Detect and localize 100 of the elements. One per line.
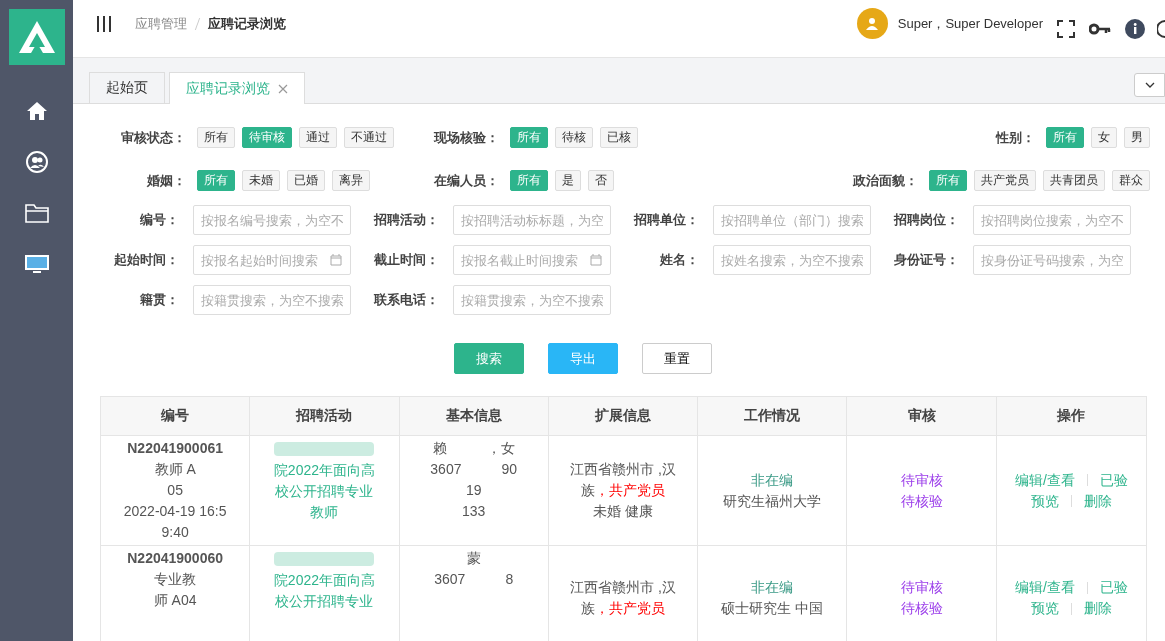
fullscreen-icon[interactable] — [1057, 19, 1075, 38]
filter-option[interactable]: 共产党员 — [974, 170, 1036, 191]
preview-link[interactable]: 预览 — [1030, 598, 1059, 619]
filter-option[interactable]: 已核 — [600, 127, 638, 148]
search-button[interactable]: 搜索 — [454, 343, 524, 374]
record-number: N22041900061 — [127, 439, 223, 458]
filter-option[interactable]: 否 — [588, 170, 614, 191]
input-field[interactable]: 按身份证号码搜索，为空 — [973, 245, 1131, 275]
filter-option[interactable]: 不通过 — [344, 127, 394, 148]
close-icon[interactable] — [278, 83, 288, 94]
field-label: 起始时间： — [113, 251, 179, 269]
filter-option[interactable]: 共青团员 — [1043, 170, 1105, 191]
filter-option[interactable]: 所有 — [510, 170, 548, 191]
filter-option[interactable]: 所有 — [1046, 127, 1084, 148]
cell-text: 05 — [167, 481, 183, 500]
info-icon[interactable] — [1125, 18, 1145, 39]
filter-option[interactable]: 所有 — [197, 127, 235, 148]
activity-link[interactable]: 校公开招聘专业 — [275, 591, 374, 612]
activity-link[interactable]: 校公开招聘专业 — [275, 481, 374, 502]
filter-label: 审核状态： — [120, 128, 186, 147]
field-label: 招聘单位： — [632, 211, 699, 229]
folder-icon — [24, 202, 49, 223]
column-header: 基本信息 — [399, 397, 549, 435]
input-field[interactable]: 按招聘单位（部门）搜索 — [713, 205, 871, 235]
menu-icon[interactable] — [97, 15, 111, 32]
chevron-down-icon — [1144, 82, 1155, 88]
activity-link[interactable]: 院2022年面向高 — [273, 460, 375, 481]
filter-option[interactable]: 男 — [1124, 127, 1150, 148]
delete-link[interactable]: 删除 — [1083, 490, 1112, 512]
input-field[interactable]: 按报名编号搜索，为空不 — [193, 205, 351, 235]
cell-text: ，女 — [486, 439, 515, 458]
cell-text: 133 — [462, 502, 486, 521]
verified-link[interactable]: 已验 — [1099, 469, 1128, 491]
input-field[interactable]: 按招聘活动标标题，为空 — [453, 205, 611, 235]
delete-link[interactable]: 删除 — [1083, 598, 1112, 619]
field-label: 编号： — [139, 211, 179, 229]
input-field[interactable]: 按报名起始时间搜索 — [193, 245, 351, 275]
column-header: 工作情况 — [698, 397, 848, 435]
filter-label: 现场核验： — [432, 128, 499, 147]
verified-link[interactable]: 已验 — [1099, 577, 1128, 598]
reset-button[interactable]: 重置 — [642, 343, 712, 374]
field-label: 招聘岗位： — [892, 211, 959, 229]
filter-option[interactable]: 所有 — [510, 127, 548, 148]
filter-option[interactable]: 通过 — [299, 127, 337, 148]
activity-link[interactable]: 教师 — [310, 502, 339, 523]
filter-option[interactable]: 离异 — [332, 170, 370, 191]
cell-text: 江西省赣州市 ,汉 — [570, 578, 676, 597]
column-header: 审核 — [847, 397, 997, 435]
activity-link[interactable]: 院2022年面向高 — [273, 570, 375, 591]
user-name[interactable]: Super，Super Developer — [897, 14, 1043, 33]
cell-text: 蒙 — [466, 549, 481, 568]
filter-label: 性别： — [996, 128, 1035, 147]
key-icon[interactable] — [1089, 22, 1111, 35]
preview-link[interactable]: 预览 — [1030, 490, 1059, 512]
users-icon — [25, 150, 48, 173]
filter-label: 在编人员： — [433, 171, 499, 190]
tab[interactable]: 应聘记录浏览 — [169, 72, 305, 104]
field-label: 身份证号： — [893, 251, 959, 269]
breadcrumb-item[interactable]: 应聘管理 — [135, 14, 187, 33]
field-label: 姓名： — [659, 251, 699, 269]
cell-text: 教师 A — [154, 460, 196, 479]
filter-option[interactable]: 是 — [555, 170, 581, 191]
filter-option[interactable]: 已婚 — [287, 170, 325, 191]
status-text: 非在编 — [751, 470, 794, 490]
export-button[interactable]: 导出 — [548, 343, 618, 374]
cell-text: 赖 — [432, 439, 447, 458]
column-header: 编号 — [101, 397, 251, 435]
field-label: 截止时间： — [373, 251, 439, 269]
party-tag: ，共产党员 — [595, 482, 665, 498]
filter-option[interactable]: 待审核 — [242, 127, 292, 148]
breadcrumb-item: 应聘记录浏览 — [208, 14, 286, 33]
power-icon[interactable] — [1157, 18, 1165, 39]
cell-text: 未婚 健康 — [593, 502, 653, 521]
filter-option[interactable]: 所有 — [929, 170, 967, 191]
filter-option[interactable]: 所有 — [197, 170, 235, 191]
status-text: 待审核 — [900, 578, 943, 597]
field-label: 招聘活动： — [372, 211, 439, 229]
cell-text: 3607 — [434, 570, 466, 589]
home-icon — [25, 100, 48, 121]
edit-link[interactable]: 编辑/查看 — [1014, 469, 1075, 491]
cell-text: 族 — [581, 600, 595, 616]
edit-link[interactable]: 编辑/查看 — [1014, 577, 1075, 598]
input-field[interactable]: 按籍贯搜索，为空不搜索 — [193, 285, 351, 315]
cell-text: 90 — [501, 460, 518, 479]
input-field[interactable]: 按籍贯搜索，为空不搜索 — [453, 285, 611, 315]
calendar-icon — [330, 254, 342, 266]
filter-option[interactable]: 未婚 — [242, 170, 280, 191]
party-tag: ，共产党员 — [595, 600, 665, 616]
filter-option[interactable]: 女 — [1091, 127, 1117, 148]
filter-label: 政治面貌： — [853, 171, 918, 190]
cell-text: 江西省赣州市 ,汉 — [570, 460, 676, 479]
status-text: 待核验 — [900, 599, 943, 618]
input-field[interactable]: 按姓名搜索，为空不搜索 — [713, 245, 871, 275]
input-field[interactable]: 按招聘岗位搜索，为空不 — [973, 205, 1131, 235]
tab[interactable]: 起始页 — [89, 72, 165, 103]
column-header: 扩展信息 — [548, 397, 699, 435]
input-field[interactable]: 按报名截止时间搜索 — [453, 245, 611, 275]
filter-option[interactable]: 群众 — [1112, 170, 1150, 191]
cell-text: 硕士研究生 中国 — [721, 599, 824, 618]
filter-option[interactable]: 待核 — [555, 127, 593, 148]
